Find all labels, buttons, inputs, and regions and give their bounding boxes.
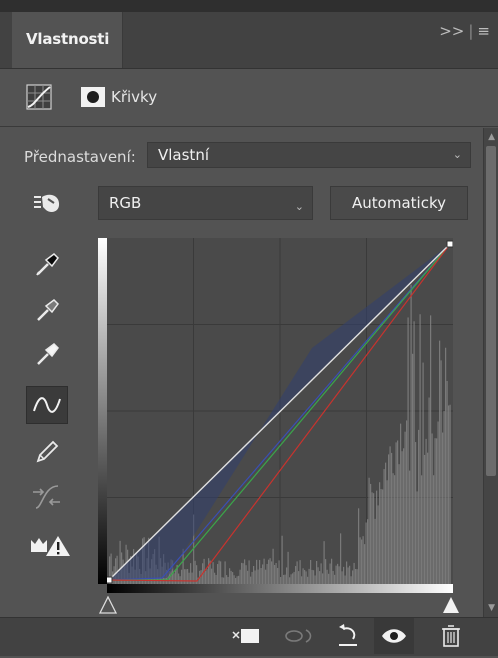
- targeted-adjustment-icon[interactable]: [28, 185, 66, 223]
- scroll-up-icon[interactable]: ▲: [488, 132, 495, 142]
- input-gradient: [107, 584, 453, 593]
- view-previous-icon[interactable]: [282, 623, 312, 649]
- tab-properties-label: Vlastnosti: [26, 30, 110, 48]
- eyedropper-black-icon[interactable]: [28, 244, 66, 282]
- eyedropper-white-icon[interactable]: [28, 334, 66, 372]
- curve-point-icon[interactable]: [26, 386, 68, 424]
- adjustment-title: Křivky: [111, 88, 158, 106]
- curves-graph[interactable]: [107, 238, 453, 584]
- pencil-icon[interactable]: [28, 432, 66, 470]
- panel-menu-icon[interactable]: ≡: [477, 22, 490, 40]
- scroll-down-icon[interactable]: ▼: [488, 603, 495, 613]
- tab-properties[interactable]: Vlastnosti: [12, 12, 123, 68]
- smooth-curve-icon[interactable]: [28, 478, 66, 516]
- clip-to-layer-icon[interactable]: [229, 623, 259, 649]
- preset-label: Přednastavení:: [24, 148, 136, 166]
- mask-icon[interactable]: [80, 84, 106, 110]
- channel-value: RGB: [109, 194, 142, 212]
- chevron-down-icon: ⌄: [294, 200, 304, 213]
- trash-icon[interactable]: [436, 623, 466, 649]
- panel-actions: >> | ≡: [439, 22, 490, 40]
- eye-icon[interactable]: [374, 618, 414, 654]
- preset-value: Vlastní: [158, 146, 209, 164]
- top-strip: [0, 0, 498, 12]
- reset-icon[interactable]: [333, 623, 363, 649]
- curves-grid-icon[interactable]: [26, 84, 52, 110]
- black-point-slider[interactable]: [98, 596, 118, 616]
- chevron-down-icon: ⌄: [452, 148, 462, 161]
- preset-select[interactable]: Vlastní ⌄: [147, 142, 471, 168]
- eyedropper-gray-icon[interactable]: [28, 290, 66, 328]
- scrollbar-thumb[interactable]: [486, 146, 496, 476]
- collapse-icon[interactable]: >>: [439, 22, 464, 40]
- output-gradient: [98, 238, 107, 584]
- white-point-slider[interactable]: [441, 596, 461, 616]
- curve-point-white[interactable]: [446, 240, 453, 248]
- channel-select[interactable]: RGB ⌄: [98, 186, 313, 220]
- properties-panel: Vlastnosti >> | ≡ Křivky ▲ ▼ Přednastavení…: [0, 0, 498, 656]
- clipping-warning-icon[interactable]: [28, 526, 72, 564]
- adjustment-header: [0, 70, 498, 127]
- curve-point-black[interactable]: [107, 576, 113, 584]
- auto-button[interactable]: Automaticky: [330, 186, 468, 220]
